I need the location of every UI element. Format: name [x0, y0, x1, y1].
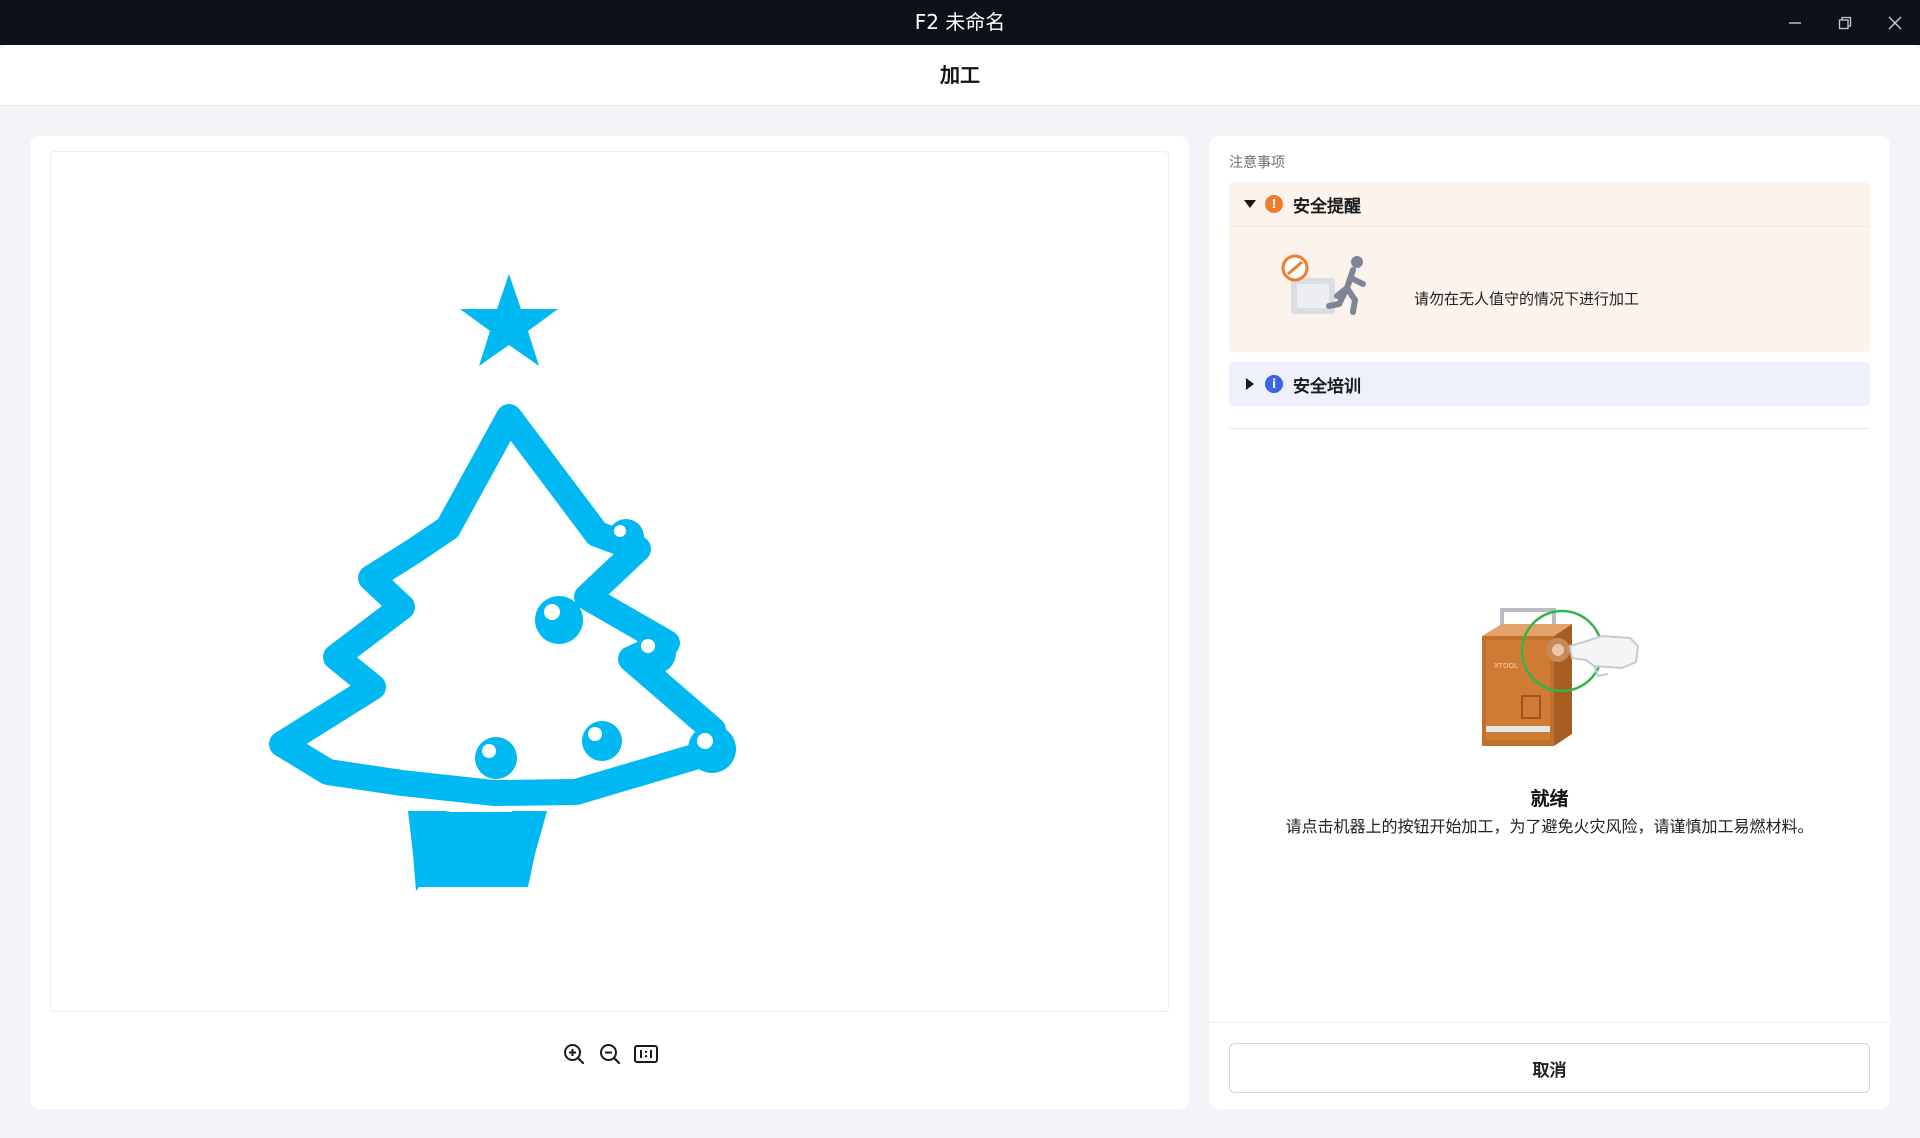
divider: [1229, 428, 1870, 429]
window-title: F2 未命名: [914, 10, 1006, 34]
caret-right-icon: [1235, 378, 1265, 390]
safety-training-label: 安全培训: [1293, 376, 1361, 397]
page-header: 加工: [0, 45, 1920, 106]
safety-reminder-panel: ! 安全提醒 请勿在无人值守的情况下进行加工: [1229, 182, 1870, 352]
restore-button[interactable]: [1820, 0, 1870, 45]
info-icon: i: [1265, 375, 1283, 393]
notes-section-title: 注意事项: [1229, 155, 1285, 171]
tree-outline: [269, 404, 726, 806]
page-title: 加工: [940, 63, 980, 87]
restore-icon: [1838, 16, 1852, 29]
ornament: [608, 519, 644, 555]
status-description: 请点击机器上的按钮开始加工，为了避免火灾风险，请谨慎加工易燃材料。: [1285, 817, 1814, 836]
actual-size-button[interactable]: [633, 1041, 659, 1067]
zoom-out-button[interactable]: [597, 1041, 623, 1067]
divider: [1209, 1022, 1890, 1023]
unattended-warning-illustration: [1281, 254, 1366, 315]
zoom-toolbar: [30, 1041, 1189, 1071]
cancel-button[interactable]: 取消: [1229, 1043, 1870, 1093]
divider: [1229, 226, 1870, 227]
ornament: [535, 596, 583, 644]
safety-reminder-message: 请勿在无人值守的情况下进行加工: [1414, 290, 1640, 308]
zoom-out-icon: [599, 1044, 620, 1065]
safety-training-header[interactable]: i 安全培训: [1229, 362, 1870, 406]
ornament: [634, 632, 676, 674]
tree-pot: [408, 811, 547, 891]
tree-star: [460, 274, 558, 366]
caret-down-icon: [1235, 199, 1265, 209]
zoom-in-icon: [563, 1044, 584, 1065]
safety-reminder-header[interactable]: ! 安全提醒: [1229, 182, 1870, 226]
status-title: 就绪: [1530, 788, 1569, 810]
close-button[interactable]: [1870, 0, 1920, 45]
close-icon: [1888, 16, 1902, 29]
minimize-icon: [1789, 21, 1801, 24]
ornament: [475, 737, 517, 779]
preview-panel: [30, 136, 1189, 1109]
zoom-in-button[interactable]: [561, 1041, 587, 1067]
design-preview-canvas[interactable]: [50, 151, 1169, 1012]
christmas-tree-design: [269, 274, 736, 891]
processing-panel: 注意事项 ! 安全提醒 请勿在无人值守的情况下进行加工 i 安全培训 XTOOL…: [1209, 136, 1890, 1109]
ornament: [582, 721, 622, 761]
machine-button-illustration: XTOOL: [1482, 608, 1640, 746]
title-bar: F2 未命名: [0, 0, 1920, 45]
machine-brand-label: XTOOL: [1494, 662, 1518, 670]
warning-icon: !: [1265, 195, 1283, 213]
minimize-button[interactable]: [1770, 0, 1820, 45]
actual-size-icon: [633, 1045, 658, 1063]
safety-reminder-label: 安全提醒: [1293, 196, 1361, 217]
safety-training-panel: i 安全培训: [1229, 362, 1870, 406]
ornament: [688, 725, 736, 773]
